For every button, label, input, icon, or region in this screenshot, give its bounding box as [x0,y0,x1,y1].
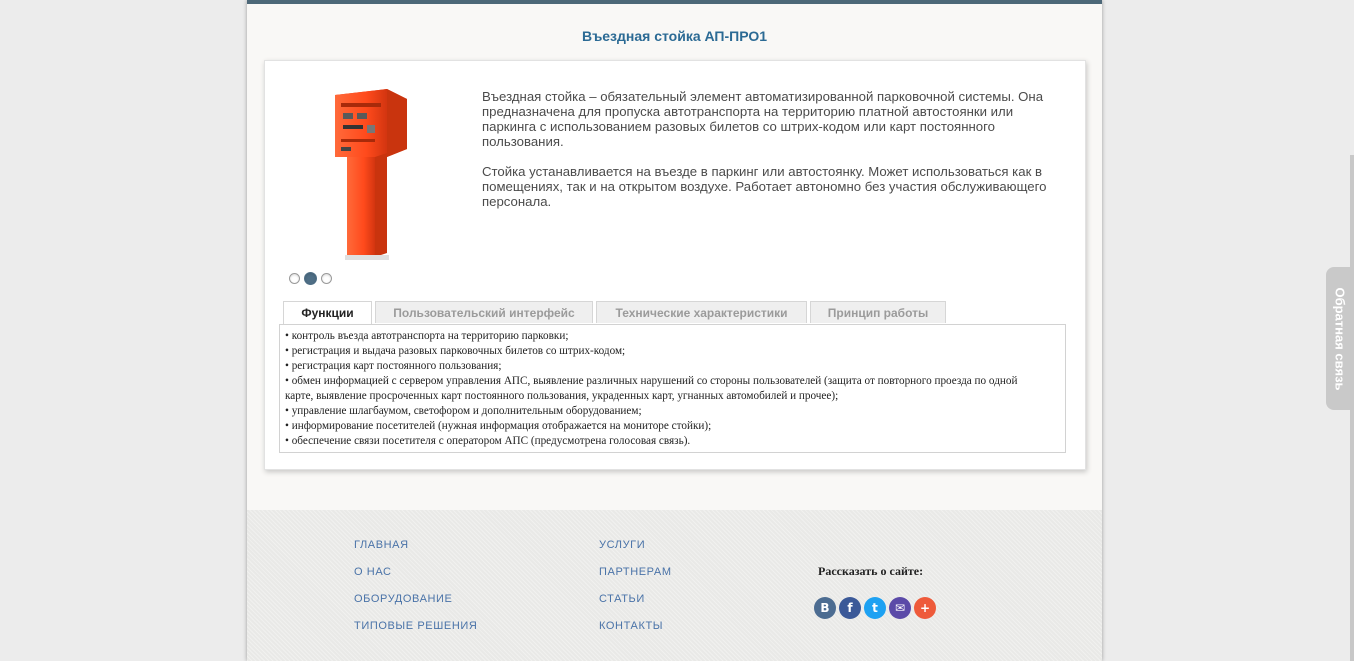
footer-link-about[interactable]: О НАС [354,566,392,578]
function-item: • контроль въезда автотранспорта на терр… [285,330,569,342]
slider-dot-1[interactable] [289,273,300,284]
footer-link-equipment[interactable]: ОБОРУДОВАНИЕ [354,593,453,605]
page-title: Въездная стойка АП-ПРО1 [581,28,768,44]
description-paragraph-2: Стойка устанавливается на въезде в парки… [482,164,1047,209]
function-item: • обеспечение связи посетителя с операто… [285,435,691,447]
scrollbar[interactable] [1350,155,1354,661]
tab-technical-specs[interactable]: Технические характеристики [596,301,807,323]
slider-dot-2[interactable] [304,272,317,285]
function-item: • регистрация карт постоянного пользован… [285,360,502,372]
facebook-icon[interactable]: f [839,597,861,619]
tab-functions[interactable]: Функции [283,301,372,325]
footer-link-partners[interactable]: ПАРТНЕРАМ [599,566,672,578]
share-label: Рассказать о сайте: [818,564,924,578]
footer-link-solutions[interactable]: ТИПОВЫЕ РЕШЕНИЯ [354,620,477,632]
mail-icon[interactable]: ✉ [889,597,911,619]
footer-link-contacts[interactable]: КОНТАКТЫ [599,620,663,632]
more-icon[interactable]: + [914,597,936,619]
function-item: • информирование посетителей (нужная инф… [285,420,712,432]
tab-user-interface[interactable]: Пользовательский интерфейс [375,301,593,323]
vk-icon[interactable]: B [814,597,836,619]
function-item: карте, выявление просроченных карт посто… [285,390,839,402]
feedback-label: Обратная связь [1332,286,1348,391]
function-item: • управление шлагбаумом, светофором и до… [285,405,642,417]
tab-operating-principle[interactable]: Принцип работы [810,301,946,323]
product-card: Въездная стойка – обязательный элемент а… [264,60,1086,470]
top-bar [247,0,1102,4]
page-container: Въездная стойка АП-ПРО1 Въездная стойка … [247,0,1102,661]
footer-link-articles[interactable]: СТАТЬИ [599,593,645,605]
slider-dot-3[interactable] [321,273,332,284]
footer: ГЛАВНАЯ О НАС ОБОРУДОВАНИЕ ТИПОВЫЕ РЕШЕН… [247,510,1102,661]
parking-entry-terminal-image [335,89,407,260]
description-paragraph-1: Въездная стойка – обязательный элемент а… [482,89,1044,149]
product-description: Въездная стойка – обязательный элемент а… [482,89,1067,224]
tab-panel-functions: • контроль въезда автотранспорта на терр… [279,324,1066,453]
slider-dots [289,271,336,287]
footer-link-home[interactable]: ГЛАВНАЯ [354,539,409,551]
function-item: • регистрация и выдача разовых парковочн… [285,345,626,357]
twitter-icon[interactable]: t [864,597,886,619]
footer-link-services[interactable]: УСЛУГИ [599,539,645,551]
function-item: • обмен информацией с сервером управлени… [285,375,1018,387]
